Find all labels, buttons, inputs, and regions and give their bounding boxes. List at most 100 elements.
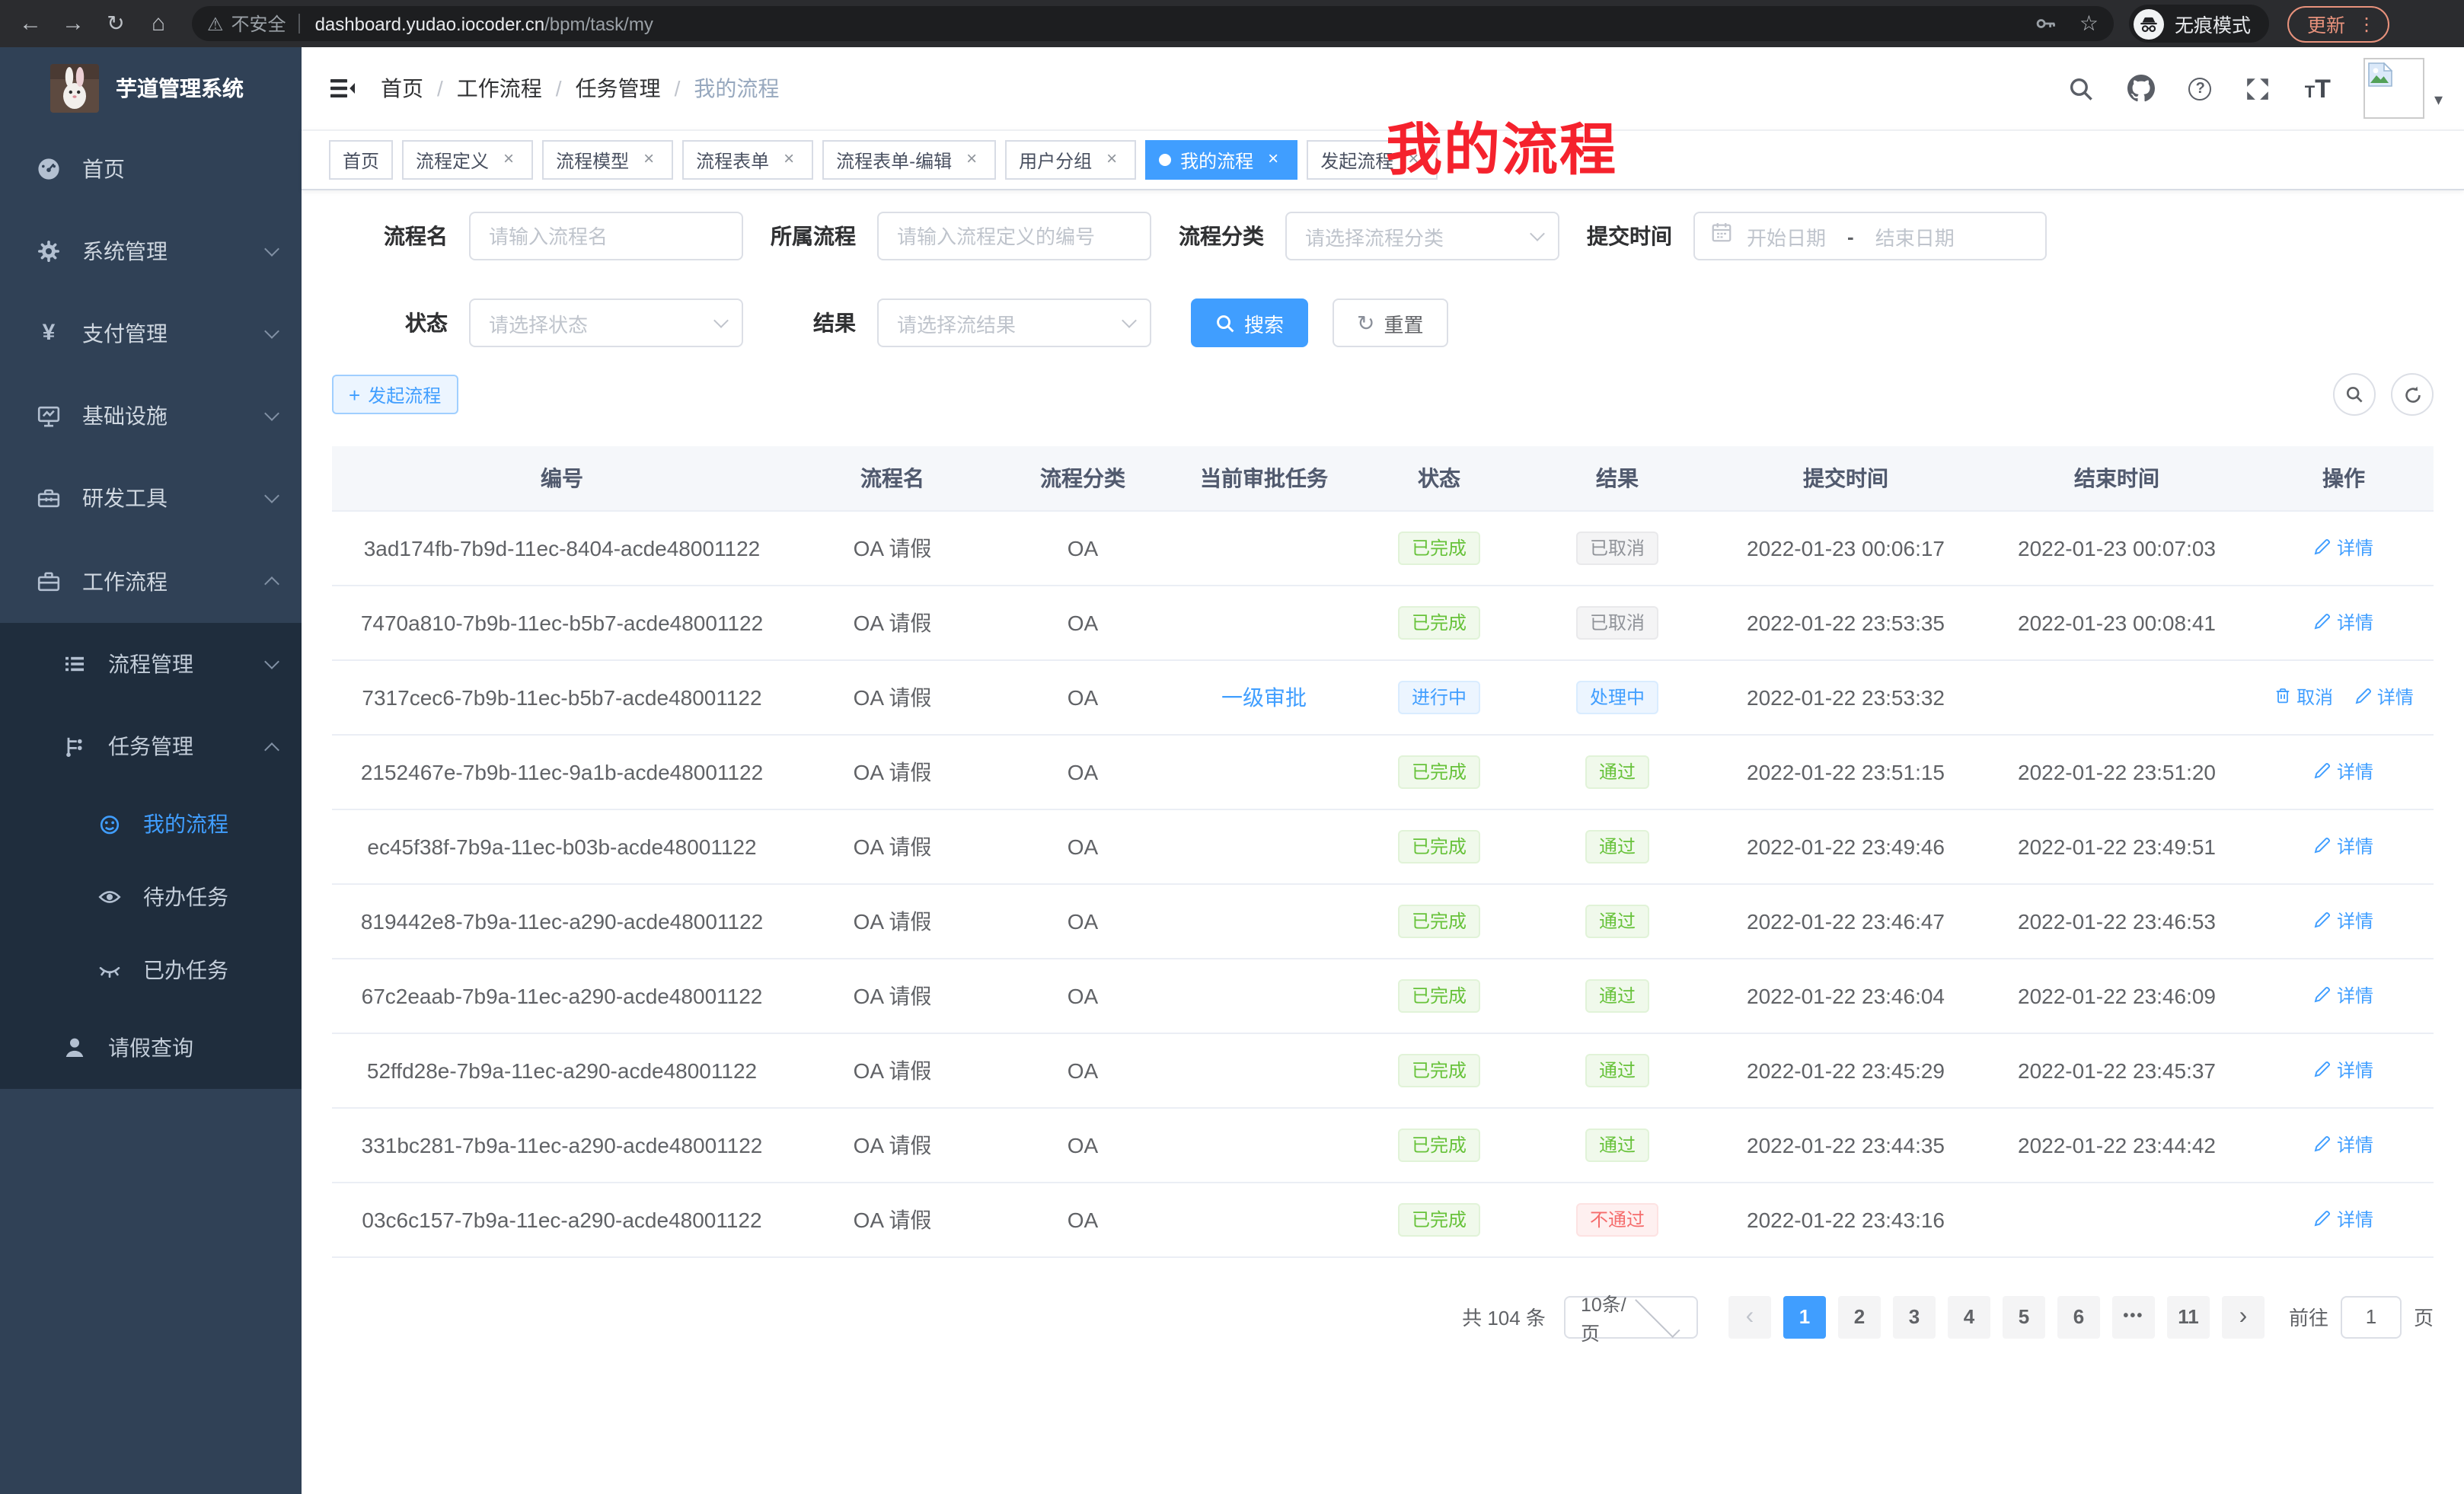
page: ← → ↻ ⌂ ⚠ 不安全 dashboard.yudao.iocoder.cn… [0, 0, 2464, 1494]
avatar[interactable] [2364, 58, 2425, 119]
sidebar-item-todo-tasks[interactable]: 待办任务 [0, 860, 302, 934]
process-name: OA 请假 [792, 734, 993, 809]
toolbox-icon [37, 486, 61, 510]
submit-time-range-picker[interactable]: 开始日期 - 结束日期 [1693, 212, 2047, 260]
tab-process-definition[interactable]: 流程定义× [402, 140, 533, 180]
status-select[interactable]: 请选择状态 [469, 298, 743, 347]
table-row: 819442e8-7b9a-11ec-a290-acde48001122 OA … [332, 883, 2434, 958]
pagination-page[interactable]: 1 [1783, 1295, 1826, 1338]
tab-process-form-edit[interactable]: 流程表单-编辑× [822, 140, 996, 180]
sidebar-item-leave-query[interactable]: 请假查询 [0, 1007, 302, 1089]
bookmark-star-icon[interactable]: ☆ [2079, 11, 2099, 37]
pagination-page[interactable]: 6 [2057, 1295, 2100, 1338]
sidebar-item-infrastructure[interactable]: 基础设施 [0, 375, 302, 457]
face-icon [97, 812, 122, 836]
detail-link[interactable]: 详情 [2314, 535, 2373, 560]
sidebar-item-home[interactable]: 首页 [0, 128, 302, 210]
sidebar-item-payment[interactable]: ¥ 支付管理 [0, 292, 302, 375]
help-icon[interactable]: ? [2189, 77, 2212, 100]
sidebar-item-system[interactable]: 系统管理 [0, 210, 302, 292]
column-end-time: 结束时间 [1980, 446, 2254, 510]
close-icon[interactable]: × [778, 149, 800, 171]
toggle-search-button[interactable] [2333, 373, 2376, 416]
search-button[interactable]: 搜索 [1191, 298, 1308, 347]
url-host: dashboard.yudao.iocoder.cn [315, 13, 545, 34]
search-icon[interactable] [2069, 75, 2095, 101]
sidebar-item-workflow[interactable]: 工作流程 [0, 539, 302, 623]
cancel-link[interactable]: 取消 [2274, 684, 2333, 710]
detail-link[interactable]: 详情 [2314, 609, 2373, 635]
caret-down-icon[interactable]: ▾ [2434, 89, 2443, 109]
eye-icon [97, 885, 122, 909]
pagination-page[interactable]: 2 [1838, 1295, 1881, 1338]
sidebar-collapse-icon[interactable] [329, 75, 356, 102]
sidebar-item-process-management[interactable]: 流程管理 [0, 623, 302, 705]
result-select[interactable]: 请选择流结果 [877, 298, 1151, 347]
close-icon[interactable]: × [498, 149, 519, 171]
browser-home-icon[interactable]: ⌂ [137, 11, 180, 37]
chevron-down-icon [264, 654, 279, 669]
current-task-link[interactable]: 一级审批 [1221, 685, 1307, 709]
sidebar-item-done-tasks[interactable]: 已办任务 [0, 934, 302, 1007]
password-key-icon[interactable] [2035, 12, 2058, 35]
github-icon[interactable] [2128, 75, 2156, 102]
browser-reload-icon[interactable]: ↻ [94, 11, 137, 37]
detail-link[interactable]: 详情 [2314, 982, 2373, 1008]
owner-process-input[interactable] [877, 212, 1151, 260]
pagination-page[interactable]: 5 [2003, 1295, 2045, 1338]
breadcrumb-separator: / [675, 76, 681, 101]
close-icon[interactable]: × [961, 149, 982, 171]
refresh-table-button[interactable] [2391, 373, 2434, 416]
close-icon[interactable]: × [638, 149, 659, 171]
chevron-up-icon [264, 576, 279, 592]
detail-link[interactable]: 详情 [2314, 1057, 2373, 1083]
tab-process-model[interactable]: 流程模型× [542, 140, 673, 180]
detail-link[interactable]: 详情 [2314, 1206, 2373, 1232]
breadcrumb-workflow[interactable]: 工作流程 [457, 73, 542, 104]
start-process-button[interactable]: + 发起流程 [332, 375, 458, 414]
detail-link[interactable]: 详情 [2314, 833, 2373, 859]
browser-menu-icon[interactable]: ⋮ [2357, 13, 2376, 34]
tab-user-group[interactable]: 用户分组× [1005, 140, 1136, 180]
category-select[interactable]: 请选择流程分类 [1285, 212, 1559, 260]
flow-tree-icon [62, 734, 87, 758]
gear-icon [37, 239, 61, 263]
breadcrumb-home[interactable]: 首页 [381, 73, 423, 104]
process-name-input[interactable] [469, 212, 743, 260]
tab-process-form[interactable]: 流程表单× [682, 140, 813, 180]
page-size-select[interactable]: 10条/页 [1564, 1295, 1698, 1338]
close-icon[interactable]: × [1262, 149, 1284, 171]
submit-time: 2022-01-23 00:06:17 [1712, 510, 1980, 585]
browser-forward-icon[interactable]: → [52, 11, 94, 37]
tab-my-process[interactable]: 我的流程× [1145, 140, 1297, 180]
fullscreen-icon[interactable] [2245, 75, 2271, 101]
font-size-icon[interactable]: TT [2305, 75, 2331, 101]
url-path: /bpm/task/my [544, 13, 653, 34]
goto-page-input[interactable] [2341, 1295, 2402, 1338]
column-status: 状态 [1355, 446, 1523, 510]
pagination-more[interactable]: ••• [2112, 1295, 2155, 1338]
next-page-button[interactable]: › [2222, 1295, 2265, 1338]
detail-link[interactable]: 详情 [2314, 758, 2373, 784]
pagination-page[interactable]: 4 [1948, 1295, 1990, 1338]
breadcrumb-task-management[interactable]: 任务管理 [576, 73, 661, 104]
sidebar-item-devtools[interactable]: 研发工具 [0, 457, 302, 539]
sidebar-item-my-process[interactable]: 我的流程 [0, 787, 302, 860]
sidebar-item-task-management[interactable]: 任务管理 [0, 705, 302, 787]
end-time: 2022-01-22 23:49:51 [1980, 809, 2254, 883]
address-bar[interactable]: ⚠ 不安全 dashboard.yudao.iocoder.cn /bpm/ta… [192, 6, 2114, 41]
browser-back-icon[interactable]: ← [9, 11, 52, 37]
tab-home[interactable]: 首页× [329, 140, 393, 180]
pagination-page[interactable]: 11 [2167, 1295, 2210, 1338]
pagination-page[interactable]: 3 [1893, 1295, 1936, 1338]
current-task [1173, 510, 1355, 585]
reset-button[interactable]: ↻ 重置 [1333, 298, 1448, 347]
browser-update-button[interactable]: 更新 ⋮ [2287, 5, 2389, 42]
detail-link[interactable]: 详情 [2314, 908, 2373, 934]
detail-link[interactable]: 详情 [2354, 684, 2414, 710]
detail-link[interactable]: 详情 [2314, 1132, 2373, 1157]
prev-page-button[interactable]: ‹ [1728, 1295, 1771, 1338]
process-name: OA 请假 [792, 883, 993, 958]
not-secure-label[interactable]: 不安全 [231, 11, 286, 37]
close-icon[interactable]: × [1101, 149, 1122, 171]
